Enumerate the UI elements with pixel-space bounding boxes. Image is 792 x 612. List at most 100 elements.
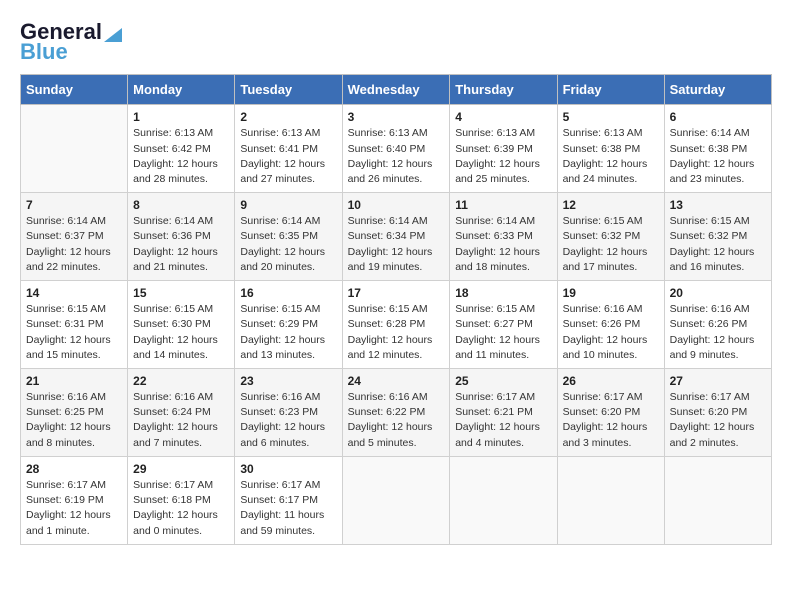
day-info: Sunrise: 6:14 AM Sunset: 6:38 PM Dayligh… bbox=[670, 126, 766, 187]
day-number: 18 bbox=[455, 286, 551, 300]
day-number: 2 bbox=[240, 110, 336, 124]
day-info: Sunrise: 6:16 AM Sunset: 6:24 PM Dayligh… bbox=[133, 390, 229, 451]
day-info: Sunrise: 6:16 AM Sunset: 6:26 PM Dayligh… bbox=[670, 302, 766, 363]
day-info: Sunrise: 6:14 AM Sunset: 6:35 PM Dayligh… bbox=[240, 214, 336, 275]
day-info: Sunrise: 6:14 AM Sunset: 6:34 PM Dayligh… bbox=[348, 214, 445, 275]
day-info: Sunrise: 6:17 AM Sunset: 6:21 PM Dayligh… bbox=[455, 390, 551, 451]
day-info: Sunrise: 6:14 AM Sunset: 6:36 PM Dayligh… bbox=[133, 214, 229, 275]
day-number: 4 bbox=[455, 110, 551, 124]
calendar-cell: 17Sunrise: 6:15 AM Sunset: 6:28 PM Dayli… bbox=[342, 281, 450, 369]
day-number: 28 bbox=[26, 462, 122, 476]
day-number: 9 bbox=[240, 198, 336, 212]
week-row-3: 14 Sunrise: 6:15 AM Sunset: 6:31 PM Dayli… bbox=[21, 281, 772, 369]
day-info: Sunrise: 6:13 AM Sunset: 6:38 PM Dayligh… bbox=[563, 126, 659, 187]
calendar-cell: 11 Sunrise: 6:14 AM Sunset: 6:33 PM Dayli… bbox=[450, 193, 557, 281]
day-info: Sunrise: 6:13 AM Sunset: 6:42 PM Dayligh… bbox=[133, 126, 229, 187]
week-row-4: 21 Sunrise: 6:16 AM Sunset: 6:25 PM Dayli… bbox=[21, 369, 772, 457]
calendar-cell: 10 Sunrise: 6:14 AM Sunset: 6:34 PM Dayli… bbox=[342, 193, 450, 281]
day-number: 6 bbox=[670, 110, 766, 124]
calendar-cell: 24 Sunrise: 6:16 AM Sunset: 6:22 PM Dayli… bbox=[342, 369, 450, 457]
day-number: 29 bbox=[133, 462, 229, 476]
day-number: 16 bbox=[240, 286, 336, 300]
day-info: Sunrise: 6:15 AM Sunset: 6:28 PM Dayligh… bbox=[348, 302, 445, 363]
day-number: 30 bbox=[240, 462, 336, 476]
day-number: 1 bbox=[133, 110, 229, 124]
day-number: 10 bbox=[348, 198, 445, 212]
day-number: 14 bbox=[26, 286, 122, 300]
col-header-sunday: Sunday bbox=[21, 75, 128, 105]
calendar-cell: 15 Sunrise: 6:15 AM Sunset: 6:30 PM Dayli… bbox=[128, 281, 235, 369]
calendar-cell bbox=[557, 456, 664, 544]
day-info: Sunrise: 6:17 AM Sunset: 6:20 PM Dayligh… bbox=[670, 390, 766, 451]
calendar-cell: 5Sunrise: 6:13 AM Sunset: 6:38 PM Daylig… bbox=[557, 105, 664, 193]
calendar-cell bbox=[21, 105, 128, 193]
calendar-table: SundayMondayTuesdayWednesdayThursdayFrid… bbox=[20, 74, 772, 544]
day-number: 12 bbox=[563, 198, 659, 212]
logo-text-blue: Blue bbox=[20, 40, 68, 64]
calendar-cell: 16 Sunrise: 6:15 AM Sunset: 6:29 PM Dayli… bbox=[235, 281, 342, 369]
calendar-header-row: SundayMondayTuesdayWednesdayThursdayFrid… bbox=[21, 75, 772, 105]
day-number: 23 bbox=[240, 374, 336, 388]
calendar-cell: 13 Sunrise: 6:15 AM Sunset: 6:32 PM Dayli… bbox=[664, 193, 771, 281]
day-info: Sunrise: 6:13 AM Sunset: 6:41 PM Dayligh… bbox=[240, 126, 336, 187]
day-info: Sunrise: 6:16 AM Sunset: 6:25 PM Dayligh… bbox=[26, 390, 122, 451]
day-number: 24 bbox=[348, 374, 445, 388]
day-number: 19 bbox=[563, 286, 659, 300]
calendar-cell: 20Sunrise: 6:16 AM Sunset: 6:26 PM Dayli… bbox=[664, 281, 771, 369]
calendar-cell: 30 Sunrise: 6:17 AM Sunset: 6:17 PM Dayli… bbox=[235, 456, 342, 544]
day-number: 22 bbox=[133, 374, 229, 388]
day-info: Sunrise: 6:15 AM Sunset: 6:32 PM Dayligh… bbox=[563, 214, 659, 275]
col-header-saturday: Saturday bbox=[664, 75, 771, 105]
calendar-cell bbox=[342, 456, 450, 544]
week-row-1: 1 Sunrise: 6:13 AM Sunset: 6:42 PM Daylig… bbox=[21, 105, 772, 193]
day-number: 27 bbox=[670, 374, 766, 388]
calendar-cell: 28 Sunrise: 6:17 AM Sunset: 6:19 PM Dayli… bbox=[21, 456, 128, 544]
day-number: 15 bbox=[133, 286, 229, 300]
calendar-cell: 27 Sunrise: 6:17 AM Sunset: 6:20 PM Dayli… bbox=[664, 369, 771, 457]
col-header-wednesday: Wednesday bbox=[342, 75, 450, 105]
day-info: Sunrise: 6:15 AM Sunset: 6:31 PM Dayligh… bbox=[26, 302, 122, 363]
day-number: 13 bbox=[670, 198, 766, 212]
page-header: General Blue bbox=[20, 20, 772, 64]
calendar-cell: 19 Sunrise: 6:16 AM Sunset: 6:26 PM Dayli… bbox=[557, 281, 664, 369]
calendar-cell: 25 Sunrise: 6:17 AM Sunset: 6:21 PM Dayli… bbox=[450, 369, 557, 457]
calendar-cell: 29 Sunrise: 6:17 AM Sunset: 6:18 PM Dayli… bbox=[128, 456, 235, 544]
calendar-cell: 8Sunrise: 6:14 AM Sunset: 6:36 PM Daylig… bbox=[128, 193, 235, 281]
calendar-cell: 2 Sunrise: 6:13 AM Sunset: 6:41 PM Daylig… bbox=[235, 105, 342, 193]
day-info: Sunrise: 6:15 AM Sunset: 6:32 PM Dayligh… bbox=[670, 214, 766, 275]
calendar-cell: 23 Sunrise: 6:16 AM Sunset: 6:23 PM Dayli… bbox=[235, 369, 342, 457]
day-info: Sunrise: 6:16 AM Sunset: 6:26 PM Dayligh… bbox=[563, 302, 659, 363]
day-info: Sunrise: 6:17 AM Sunset: 6:18 PM Dayligh… bbox=[133, 478, 229, 539]
calendar-cell: 12 Sunrise: 6:15 AM Sunset: 6:32 PM Dayli… bbox=[557, 193, 664, 281]
day-number: 21 bbox=[26, 374, 122, 388]
col-header-thursday: Thursday bbox=[450, 75, 557, 105]
day-info: Sunrise: 6:16 AM Sunset: 6:22 PM Dayligh… bbox=[348, 390, 445, 451]
day-number: 7 bbox=[26, 198, 122, 212]
day-info: Sunrise: 6:15 AM Sunset: 6:30 PM Dayligh… bbox=[133, 302, 229, 363]
calendar-cell: 3 Sunrise: 6:13 AM Sunset: 6:40 PM Daylig… bbox=[342, 105, 450, 193]
day-number: 11 bbox=[455, 198, 551, 212]
day-info: Sunrise: 6:17 AM Sunset: 6:20 PM Dayligh… bbox=[563, 390, 659, 451]
col-header-friday: Friday bbox=[557, 75, 664, 105]
day-info: Sunrise: 6:13 AM Sunset: 6:40 PM Dayligh… bbox=[348, 126, 445, 187]
calendar-cell: 26Sunrise: 6:17 AM Sunset: 6:20 PM Dayli… bbox=[557, 369, 664, 457]
calendar-cell: 21 Sunrise: 6:16 AM Sunset: 6:25 PM Dayli… bbox=[21, 369, 128, 457]
col-header-monday: Monday bbox=[128, 75, 235, 105]
logo-bird-icon bbox=[104, 20, 122, 42]
calendar-cell: 14 Sunrise: 6:15 AM Sunset: 6:31 PM Dayli… bbox=[21, 281, 128, 369]
day-info: Sunrise: 6:14 AM Sunset: 6:33 PM Dayligh… bbox=[455, 214, 551, 275]
day-info: Sunrise: 6:15 AM Sunset: 6:27 PM Dayligh… bbox=[455, 302, 551, 363]
calendar-cell: 18 Sunrise: 6:15 AM Sunset: 6:27 PM Dayli… bbox=[450, 281, 557, 369]
calendar-cell: 22 Sunrise: 6:16 AM Sunset: 6:24 PM Dayli… bbox=[128, 369, 235, 457]
day-number: 25 bbox=[455, 374, 551, 388]
calendar-cell bbox=[664, 456, 771, 544]
day-info: Sunrise: 6:13 AM Sunset: 6:39 PM Dayligh… bbox=[455, 126, 551, 187]
week-row-5: 28 Sunrise: 6:17 AM Sunset: 6:19 PM Dayli… bbox=[21, 456, 772, 544]
day-number: 3 bbox=[348, 110, 445, 124]
day-info: Sunrise: 6:17 AM Sunset: 6:17 PM Dayligh… bbox=[240, 478, 336, 539]
week-row-2: 7Sunrise: 6:14 AM Sunset: 6:37 PM Daylig… bbox=[21, 193, 772, 281]
day-info: Sunrise: 6:16 AM Sunset: 6:23 PM Dayligh… bbox=[240, 390, 336, 451]
day-info: Sunrise: 6:15 AM Sunset: 6:29 PM Dayligh… bbox=[240, 302, 336, 363]
day-info: Sunrise: 6:17 AM Sunset: 6:19 PM Dayligh… bbox=[26, 478, 122, 539]
calendar-cell: 1 Sunrise: 6:13 AM Sunset: 6:42 PM Daylig… bbox=[128, 105, 235, 193]
